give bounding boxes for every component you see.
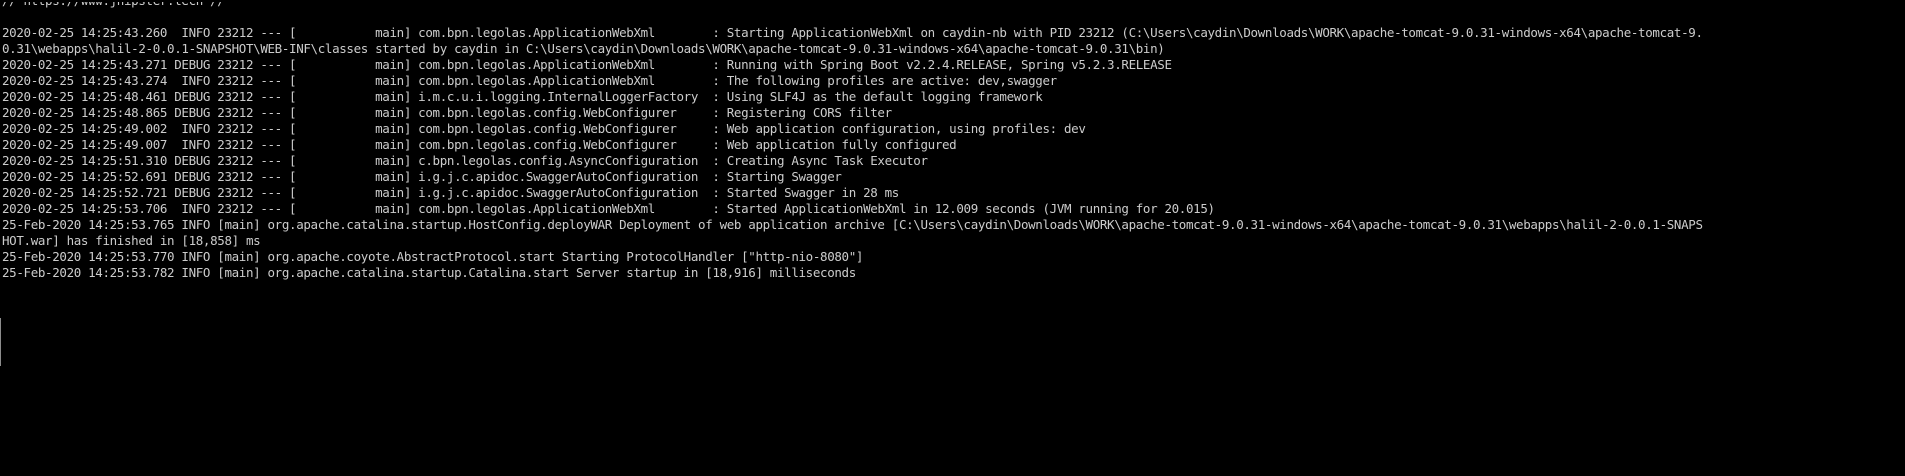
console-line: 25-Feb-2020 14:25:53.770 INFO [main] org… <box>2 249 864 264</box>
console-line: 2020-02-25 14:25:52.721 DEBUG 23212 --- … <box>2 185 899 200</box>
console-line: 2020-02-25 14:25:52.691 DEBUG 23212 --- … <box>2 169 842 184</box>
console-line: 2020-02-25 14:25:49.002 INFO 23212 --- [… <box>2 121 1086 136</box>
console-line: // https://www.jhipster.tech // <box>2 0 225 8</box>
console-line: 0.31\webapps\halil-2-0.0.1-SNAPSHOT\WEB-… <box>2 41 1165 56</box>
console-output: // https://www.jhipster.tech // 2020-02-… <box>2 0 1900 281</box>
console-line: 25-Feb-2020 14:25:53.765 INFO [main] org… <box>2 217 1703 232</box>
console-line: 2020-02-25 14:25:49.007 INFO 23212 --- [… <box>2 137 957 152</box>
console-line: 2020-02-25 14:25:48.865 DEBUG 23212 --- … <box>2 105 892 120</box>
console-line: 25-Feb-2020 14:25:53.782 INFO [main] org… <box>2 265 856 280</box>
console-line: 2020-02-25 14:25:48.461 DEBUG 23212 --- … <box>2 89 1043 104</box>
console-window[interactable]: // https://www.jhipster.tech // 2020-02-… <box>0 0 1905 476</box>
console-line: 2020-02-25 14:25:53.706 INFO 23212 --- [… <box>2 201 1215 216</box>
console-line: HOT.war] has finished in [18,858] ms <box>2 233 261 248</box>
console-line: 2020-02-25 14:25:43.274 INFO 23212 --- [… <box>2 73 1057 88</box>
console-line: 2020-02-25 14:25:43.260 INFO 23212 --- [… <box>2 25 1703 40</box>
left-edge-mark <box>0 318 1 366</box>
console-line: 2020-02-25 14:25:51.310 DEBUG 23212 --- … <box>2 153 928 168</box>
console-line: 2020-02-25 14:25:43.271 DEBUG 23212 --- … <box>2 57 1172 72</box>
